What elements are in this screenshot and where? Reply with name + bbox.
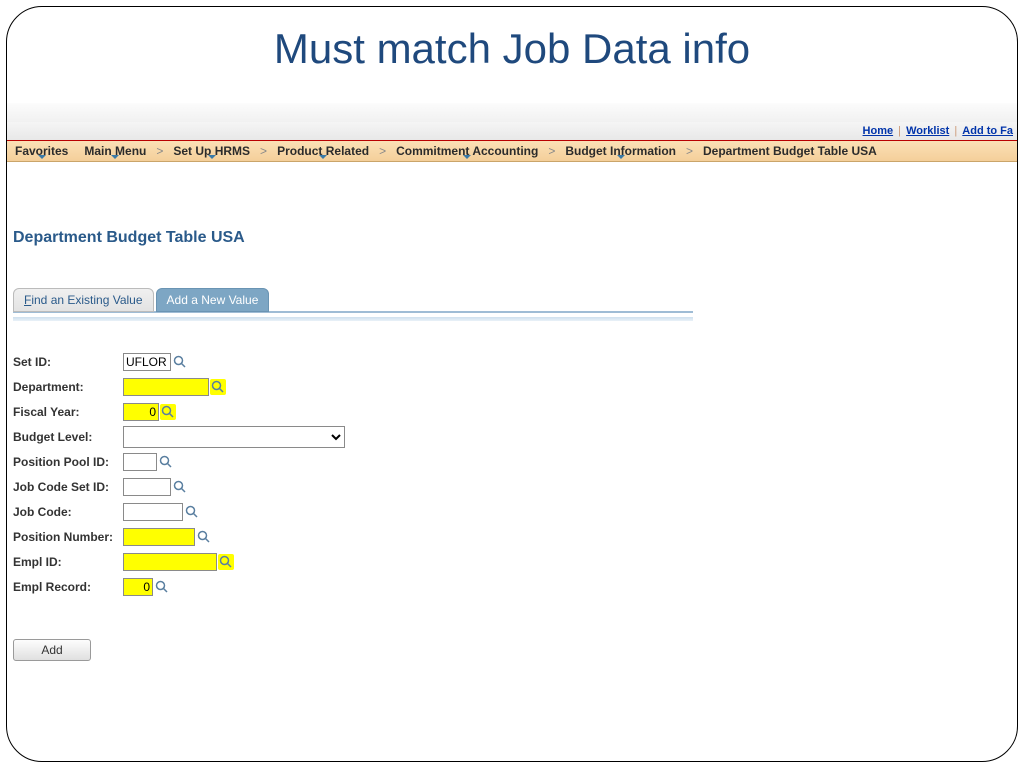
worklist-link[interactable]: Worklist bbox=[906, 125, 949, 137]
header-links: Home | Worklist | Add to Fa bbox=[7, 122, 1017, 140]
label-fiscal-year: Fiscal Year: bbox=[13, 405, 123, 419]
lookup-icon[interactable] bbox=[172, 354, 188, 370]
fiscal-year-input[interactable] bbox=[123, 403, 159, 421]
add-to-favorites-link[interactable]: Add to Fa bbox=[962, 125, 1013, 137]
breadcrumb-setup-hrms[interactable]: Set Up HRMS bbox=[165, 144, 258, 158]
label-position-number: Position Number: bbox=[13, 530, 123, 544]
job-code-input[interactable] bbox=[123, 503, 183, 521]
position-pool-id-input[interactable] bbox=[123, 453, 157, 471]
position-number-input[interactable] bbox=[123, 528, 195, 546]
empl-record-input[interactable] bbox=[123, 578, 153, 596]
breadcrumb-separator: > bbox=[377, 144, 388, 158]
label-set-id: Set ID: bbox=[13, 355, 123, 369]
breadcrumb-product-related[interactable]: Product Related bbox=[269, 144, 377, 158]
breadcrumb-favorites[interactable]: Favorites bbox=[7, 144, 76, 158]
breadcrumb-current[interactable]: Department Budget Table USA bbox=[695, 144, 885, 158]
lookup-icon[interactable] bbox=[196, 529, 212, 545]
lookup-icon[interactable] bbox=[218, 554, 234, 570]
label-department: Department: bbox=[13, 380, 123, 394]
label-job-code: Job Code: bbox=[13, 505, 123, 519]
lookup-icon[interactable] bbox=[158, 454, 174, 470]
label-budget-level: Budget Level: bbox=[13, 430, 123, 444]
breadcrumb-separator: > bbox=[546, 144, 557, 158]
lookup-icon[interactable] bbox=[160, 404, 176, 420]
budget-level-select[interactable] bbox=[123, 426, 345, 448]
empl-id-input[interactable] bbox=[123, 553, 217, 571]
link-separator: | bbox=[954, 125, 957, 137]
set-id-input[interactable] bbox=[123, 353, 171, 371]
department-input[interactable] bbox=[123, 378, 209, 396]
lookup-icon[interactable] bbox=[154, 579, 170, 595]
add-button[interactable]: Add bbox=[13, 639, 91, 661]
page-content: Department Budget Table USA Find an Exis… bbox=[7, 167, 1017, 761]
page-title: Department Budget Table USA bbox=[13, 229, 1011, 247]
lookup-icon[interactable] bbox=[184, 504, 200, 520]
label-empl-record: Empl Record: bbox=[13, 580, 123, 594]
breadcrumb-separator: > bbox=[154, 144, 165, 158]
label-position-pool-id: Position Pool ID: bbox=[13, 455, 123, 469]
breadcrumb-separator: > bbox=[258, 144, 269, 158]
breadcrumb-budget-information[interactable]: Budget Information bbox=[557, 144, 684, 158]
breadcrumb-commitment-accounting[interactable]: Commitment Accounting bbox=[388, 144, 546, 158]
tab-add-new-value[interactable]: Add a New Value bbox=[156, 288, 270, 312]
tab-find-existing-value[interactable]: Find an Existing Value bbox=[13, 288, 154, 312]
breadcrumb-main-menu[interactable]: Main Menu bbox=[76, 144, 154, 158]
slide-title: Must match Job Data info bbox=[7, 25, 1017, 73]
lookup-icon[interactable] bbox=[172, 479, 188, 495]
tab-row: Find an Existing Value Add a New Value bbox=[13, 287, 693, 313]
breadcrumb: Favorites Main Menu > Set Up HRMS > Prod… bbox=[7, 140, 1017, 162]
breadcrumb-separator: > bbox=[684, 144, 695, 158]
job-code-set-id-input[interactable] bbox=[123, 478, 171, 496]
label-empl-id: Empl ID: bbox=[13, 555, 123, 569]
lookup-icon[interactable] bbox=[210, 379, 226, 395]
label-job-code-set-id: Job Code Set ID: bbox=[13, 480, 123, 494]
tab-label-rest: ind an Existing Value bbox=[31, 293, 142, 307]
link-separator: | bbox=[898, 125, 901, 137]
tab-underline bbox=[13, 317, 693, 321]
header-gradient bbox=[7, 103, 1017, 122]
home-link[interactable]: Home bbox=[863, 125, 894, 137]
